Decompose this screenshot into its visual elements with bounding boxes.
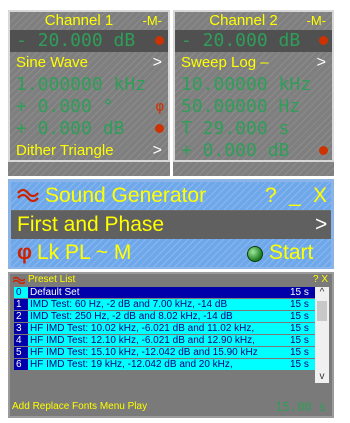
channel-2-waveform-select[interactable]: Sweep Log – > [173,52,334,74]
preset-scrollbar[interactable]: ^ v [315,287,329,383]
chevron-right-icon: > [152,54,162,71]
channel-1-offset[interactable]: + 0.000 dB [8,118,170,140]
generator-title: Sound Generator [45,184,207,207]
channel-2-level[interactable]: - 20.000 dB [173,30,334,52]
table-row[interactable]: 2 IMD Test: 250 Hz, -2 dB and 8.02 kHz, … [14,311,316,323]
channel-2-panel: Channel 2 -M- - 20.000 dB Sweep Log – > … [173,10,334,176]
chevron-right-icon: > [152,142,162,159]
channel-2-mode-button[interactable]: -M- [307,12,327,30]
preset-time: 15.00 s [275,400,326,414]
preset-list-footer: Add Replace Fonts Menu Play 15.00 s [12,400,330,414]
channel-2-stop-frequency[interactable]: 50.00000 Hz [173,96,334,118]
channel-1-panel: Channel 1 -M- - 20.000 dB Sine Wave > 1.… [8,10,170,176]
level-indicator-icon [319,146,328,155]
table-row[interactable]: 5 HF IMD Test: 15.10 kHz, -12.042 dB and… [14,347,316,359]
preset-actions[interactable]: Add Replace Fonts Menu Play [12,401,147,412]
channel-2-header: Channel 2 -M- [173,10,334,30]
channel-1-header: Channel 1 -M- [8,10,170,30]
start-button[interactable]: Start [269,239,313,267]
channel-2-start-frequency[interactable]: 10.00000 kHz [173,74,334,96]
channel-2-sweep-time[interactable]: T 29.000 s [173,118,334,140]
level-indicator-icon [319,36,328,45]
preset-list-buttons[interactable]: ? X [313,274,328,286]
phase-icon: φ [155,99,164,115]
minimize-button[interactable]: _ [289,182,301,210]
channel-1-phase[interactable]: + 0.000 ° φ [8,96,170,118]
wave-icon [17,188,39,203]
table-row[interactable]: 3 HF IMD Test: 10.02 kHz, -6.021 dB and … [14,323,316,335]
wave-icon [13,276,25,284]
channel-2-offset[interactable]: + 0.000 dB [173,140,334,162]
table-row[interactable]: 4 HF IMD Test: 12.10 kHz, -6.021 dB and … [14,335,316,347]
channel-2-title: Channel 2 [209,12,278,29]
chevron-right-icon: > [316,54,326,71]
preset-table: 0 Default Set 15 s 1 IMD Test: 60 Hz, -2… [14,287,316,371]
generator-control-panel: Sound Generator ? _ X First and Phase > … [8,179,334,269]
table-row[interactable]: 0 Default Set 15 s [14,287,316,299]
level-indicator-icon [155,124,164,133]
scroll-thumb[interactable] [317,301,327,321]
level-indicator-icon [155,36,164,45]
channel-1-waveform-select[interactable]: Sine Wave > [8,52,170,74]
channel-1-mode-button[interactable]: -M- [143,12,163,30]
generator-options-bar: φ Lk PL ~ M Start [11,239,331,267]
help-button[interactable]: ? [265,182,277,210]
chevron-right-icon: > [315,213,328,236]
scroll-up-icon[interactable]: ^ [315,287,329,299]
channel-1-level[interactable]: - 20.000 dB [8,30,170,52]
start-indicator-icon [247,246,263,262]
sound-generator-window: Channel 1 -M- - 20.000 dB Sine Wave > 1.… [8,8,334,418]
scroll-down-icon[interactable]: v [315,371,329,383]
table-row[interactable]: 6 HF IMD Test: 19 kHz, -12.042 dB and 20… [14,359,316,371]
generator-title-bar: Sound Generator ? _ X [11,182,331,210]
table-row[interactable]: 1 IMD Test: 60 Hz, -2 dB and 7.00 kHz, -… [14,299,316,311]
channel-1-title: Channel 1 [44,12,114,29]
generator-mode-select[interactable]: First and Phase > [11,211,331,239]
phase-lock-button[interactable]: φ [17,239,32,267]
preset-list-titlebar: Preset List ? X [10,274,332,286]
channel-1-frequency[interactable]: 1.000000 kHz [8,74,170,96]
channel-1-dither-select[interactable]: Dither Triangle > [8,140,170,162]
preset-list-panel: Preset List ? X 0 Default Set 15 s 1 IMD… [8,272,334,418]
preset-list-title: Preset List [28,274,76,285]
close-button[interactable]: X [313,182,327,210]
generator-options[interactable]: Lk PL ~ M [37,239,131,267]
